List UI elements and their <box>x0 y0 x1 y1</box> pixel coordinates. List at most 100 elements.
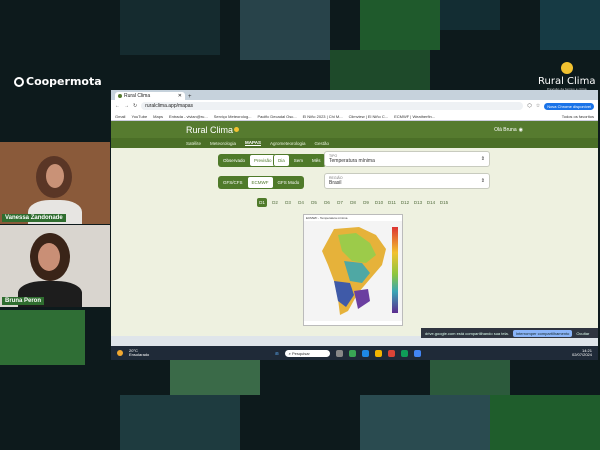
variable-select-value: Temperatura mínima <box>329 158 375 164</box>
temperature-map[interactable]: ECMWF - Temperatura mínima <box>303 214 403 326</box>
day-chip[interactable]: D2 <box>270 198 280 207</box>
app-icon[interactable] <box>335 349 343 357</box>
day-chip[interactable]: D3 <box>283 198 293 207</box>
app-icon[interactable] <box>387 349 395 357</box>
day-chip[interactable]: D11 <box>387 198 397 207</box>
ruralclima-sun-icon <box>560 62 573 74</box>
nav-meteorologia[interactable]: Meteorologia <box>210 141 236 146</box>
gfs-cfs-button[interactable]: GFS/CFS <box>219 177 247 188</box>
maps-content: Observado Previsão Dia Sem Mês TIPO Temp… <box>111 148 598 336</box>
weather-widget[interactable]: 20°C Ensolarado <box>129 348 149 358</box>
bookmark-item[interactable]: ECMWF | Weatherfin... <box>394 114 435 119</box>
day-chip[interactable]: D13 <box>413 198 423 207</box>
region-select-label: REGIÃO <box>329 176 343 180</box>
coopermota-logo-text: Coopermota <box>26 75 102 88</box>
user-greeting[interactable]: Olá Bruna <box>494 127 517 133</box>
bg-tile <box>170 360 260 395</box>
day-chip[interactable]: D1 <box>257 198 267 207</box>
dia-button[interactable]: Dia <box>274 155 289 166</box>
app-icon[interactable] <box>400 349 408 357</box>
forward-icon[interactable]: → <box>124 103 129 109</box>
site-brand[interactable]: Rural Clima <box>186 125 233 135</box>
nav-mapas[interactable]: MAPAS <box>245 140 261 146</box>
bg-tile <box>120 395 240 450</box>
browser-window: Rural Clima ✕ + ← → ↻ ruralclima.app/map… <box>111 90 598 346</box>
search-icon: ⌕ <box>288 350 291 356</box>
participant-avatar-face <box>38 243 60 271</box>
south-america-map <box>304 221 402 321</box>
ecmwf-button[interactable]: ECMWF <box>247 177 273 188</box>
bookmark-item[interactable]: YouTube <box>131 114 147 119</box>
bg-tile <box>240 0 330 60</box>
nav-satelite[interactable]: Satélite <box>186 141 201 146</box>
period-toggle: Dia Sem Mês <box>273 154 326 167</box>
day-chip[interactable]: D4 <box>296 198 306 207</box>
day-chip[interactable]: D10 <box>374 198 384 207</box>
participant-video: Vanessa Zandonade <box>0 142 110 224</box>
bookmark-item[interactable]: Pacific Decadal Osc... <box>258 114 297 119</box>
extensions-icon[interactable]: ⬡ <box>527 103 531 109</box>
bookmark-item[interactable]: Climview | El Niño C... <box>349 114 389 119</box>
app-icon[interactable] <box>348 349 356 357</box>
bg-tile <box>440 0 500 30</box>
url-input[interactable]: ruralclima.app/mapas <box>141 102 524 110</box>
url-text: ruralclima.app/mapas <box>145 103 194 109</box>
day-chip[interactable]: D7 <box>335 198 345 207</box>
day-chip[interactable]: D14 <box>426 198 436 207</box>
taskbar-search-text: Pesquisar <box>291 350 310 356</box>
reload-icon[interactable]: ↻ <box>133 103 137 109</box>
profile-update-button[interactable]: Nova Chrome disponível <box>544 102 594 110</box>
participant-avatar-face <box>46 164 64 188</box>
bookmark-item[interactable]: El Niño 2023 | Chi M... <box>303 114 343 119</box>
bookmark-item[interactable]: Maps <box>153 114 163 119</box>
sun-icon <box>234 127 240 132</box>
bg-tile <box>540 0 600 50</box>
coopermota-logo-mark <box>14 77 24 87</box>
bookmark-item[interactable]: Gmail <box>115 114 125 119</box>
day-chip[interactable]: D5 <box>309 198 319 207</box>
chevron-updown-icon: ⇕ <box>480 156 485 162</box>
new-tab-icon[interactable]: + <box>188 94 192 100</box>
day-chip[interactable]: D8 <box>348 198 358 207</box>
close-icon[interactable]: ✕ <box>178 93 182 99</box>
browser-tab[interactable]: Rural Clima ✕ <box>115 92 185 100</box>
coopermota-logo: Coopermota <box>14 75 102 88</box>
bookmark-item[interactable]: Serviço Meteorolog... <box>214 114 252 119</box>
bg-tile <box>490 395 600 450</box>
taskbar-search[interactable]: ⌕ Pesquisar <box>284 349 330 357</box>
participant-video: Bruna Peron <box>0 225 110 307</box>
clock[interactable]: 14:21 02/07/2024 <box>572 348 592 358</box>
bg-tile <box>330 50 430 90</box>
back-icon[interactable]: ← <box>115 103 120 109</box>
share-bar-text: drive.google.com está compartilhando sua… <box>425 330 509 336</box>
nav-agrometeorologia[interactable]: Agrometeorologia <box>270 141 306 146</box>
mes-button[interactable]: Mês <box>308 155 325 166</box>
app-icon[interactable] <box>374 349 382 357</box>
region-select[interactable]: REGIÃO Brasil ⇕ <box>324 173 490 189</box>
user-icon[interactable]: ◉ <box>519 127 523 133</box>
chevron-updown-icon: ⇕ <box>480 178 485 184</box>
participant-name: Bruna Peron <box>2 297 45 305</box>
stop-sharing-button[interactable]: Interromper compartilhamento <box>512 329 573 337</box>
all-bookmarks[interactable]: Todos os favoritos <box>562 114 594 119</box>
hide-share-bar-button[interactable]: Ocultar <box>576 331 589 336</box>
day-chip[interactable]: D15 <box>439 198 449 207</box>
nav-gestao[interactable]: Gestão <box>314 141 329 146</box>
sem-button[interactable]: Sem <box>290 155 307 166</box>
day-chip[interactable]: D6 <box>322 198 332 207</box>
day-chip[interactable]: D9 <box>361 198 371 207</box>
day-chip[interactable]: D12 <box>400 198 410 207</box>
previsao-button[interactable]: Previsão <box>250 155 276 166</box>
start-icon[interactable]: ⊞ <box>275 351 278 356</box>
star-icon[interactable]: ☆ <box>536 103 540 109</box>
participant-name: Vanessa Zandonade <box>2 214 66 222</box>
observado-button[interactable]: Observado <box>219 155 249 166</box>
bookmark-item[interactable]: Entrada - vivian@ru... <box>169 114 208 119</box>
ruralclima-stage-logo-text: Rural Clima <box>538 76 596 87</box>
gfs-modo-button[interactable]: GFS Modo <box>274 177 304 188</box>
variable-select[interactable]: TIPO Temperatura mínima ⇕ <box>324 151 490 167</box>
bookmarks-bar: Gmail YouTube Maps Entrada - vivian@ru..… <box>111 112 598 121</box>
app-icon[interactable] <box>361 349 369 357</box>
app-icon[interactable] <box>413 349 421 357</box>
bg-tile <box>360 0 440 50</box>
